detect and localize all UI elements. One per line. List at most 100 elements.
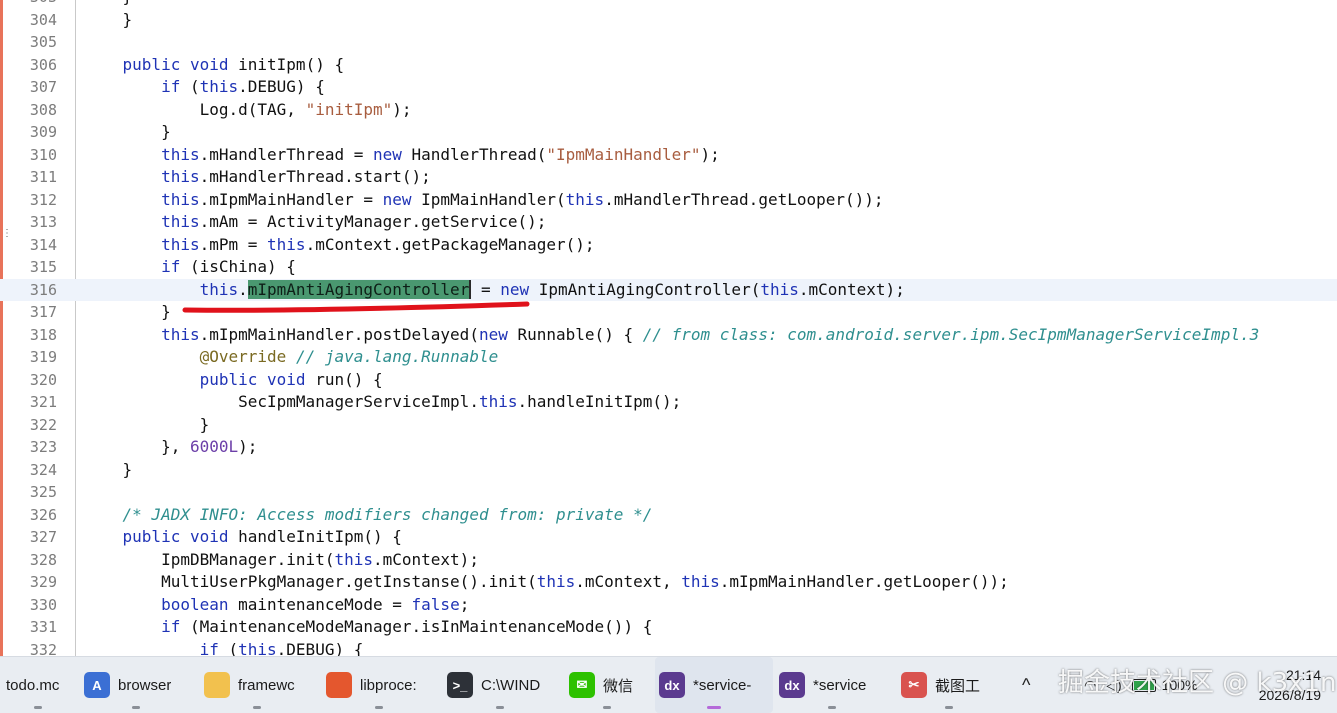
code-line[interactable]: 312 this.mIpmMainHandler = new IpmMainHa… [0, 189, 1337, 212]
taskbar-item[interactable]: dx *service- [655, 657, 773, 713]
highlighted-identifier: mIpmAntiAgingController [247, 279, 470, 299]
taskbar-item[interactable]: todo.mc [0, 657, 76, 713]
code-token: boolean [161, 594, 229, 614]
code-text: public void initIpm() { [84, 54, 345, 77]
line-number: 323 [29, 438, 57, 456]
line-number: 305 [29, 33, 57, 51]
code-token: ; [459, 594, 470, 614]
code-line[interactable]: 319 @Override // java.lang.Runnable [0, 346, 1337, 369]
code-token: } [84, 302, 171, 321]
code-text: }, 6000L); [84, 436, 257, 459]
code-token: }, [84, 437, 190, 456]
code-text: } [84, 9, 133, 32]
code-line[interactable]: 328 IpmDBManager.init(this.mContext); [0, 549, 1337, 572]
code-token: maintenanceMode = [228, 594, 412, 614]
code-text: } [84, 121, 171, 144]
code-line[interactable]: 331 if (MaintenanceModeManager.isInMaint… [0, 616, 1337, 639]
taskbar-item[interactable]: ✂ 截图工 [897, 657, 1001, 713]
code-token: ); [238, 437, 258, 456]
code-text: this.mIpmMainHandler = new IpmMainHandle… [84, 189, 884, 212]
code-line[interactable]: 321 SecIpmManagerServiceImpl.this.handle… [0, 391, 1337, 414]
code-token: this [681, 572, 720, 591]
code-text: boolean maintenanceMode = false; [84, 594, 469, 617]
code-line[interactable]: 303 } [0, 0, 1337, 9]
code-token: .mAm = ActivityManager.getService(); [199, 212, 547, 231]
code-token: /* JADX INFO: Access modifiers changed f… [122, 504, 653, 524]
code-line[interactable]: 309 } [0, 121, 1337, 144]
taskbar-item[interactable]: >_ C:\WIND [443, 657, 557, 713]
code-line[interactable]: 311 this.mHandlerThread.start(); [0, 166, 1337, 189]
tray-chevron-icon[interactable]: ^ [1022, 675, 1044, 696]
taskbar-item-label: 截图工 [935, 677, 981, 695]
line-number: 304 [29, 10, 57, 29]
code-line[interactable]: 308 Log.d(TAG, "initIpm"); [0, 99, 1337, 122]
code-editor[interactable]: ⋮ 303 }304 }305306 public void initIpm()… [0, 0, 1337, 656]
code-line[interactable]: 317 } [0, 301, 1337, 324]
code-token: .mContext, [575, 572, 682, 591]
code-line[interactable]: 318 this.mIpmMainHandler.postDelayed(new… [0, 324, 1337, 347]
code-line[interactable]: 306 public void initIpm() { [0, 54, 1337, 77]
line-number: 314 [29, 235, 57, 254]
code-token: IpmDBManager.init( [84, 549, 335, 569]
code-text: SecIpmManagerServiceImpl.this.handleInit… [84, 391, 681, 414]
code-line[interactable]: 324 } [0, 459, 1337, 482]
code-line[interactable]: 325 [0, 481, 1337, 504]
watermark: 掘金技术社区 @ k3x1n [1058, 668, 1337, 698]
taskbar-item-label: todo.mc [6, 676, 60, 694]
code-line[interactable]: 323 }, 6000L); [0, 436, 1337, 459]
code-text: if (this.DEBUG) { [84, 639, 364, 657]
taskbar-item-label: *service- [693, 676, 752, 694]
code-token: ( [180, 77, 200, 96]
terminal-icon: >_ [447, 672, 473, 698]
code-text: Log.d(TAG, "initIpm"); [84, 99, 412, 122]
firefox-icon [326, 672, 352, 698]
taskbar-item[interactable]: framewc [200, 657, 314, 713]
code-text: MultiUserPkgManager.getInstanse().init(t… [84, 571, 1009, 594]
code-line[interactable]: 322 } [0, 414, 1337, 437]
code-token: .DEBUG) { [238, 77, 325, 96]
code-token: .mContext); [372, 549, 479, 569]
taskbar-item[interactable]: ✉ 微信 [565, 657, 649, 713]
code-token: this [565, 189, 605, 209]
code-text: this.mHandlerThread = new HandlerThread(… [84, 144, 720, 167]
code-token: new [500, 279, 530, 299]
code-token: IpmMainHandler( [411, 189, 566, 209]
running-indicator [132, 706, 140, 709]
code-line[interactable]: 313 this.mAm = ActivityManager.getServic… [0, 211, 1337, 234]
jadx-icon: dx [659, 672, 685, 698]
code-line[interactable]: 327 public void handleInitIpm() { [0, 526, 1337, 549]
code-token: public void [122, 527, 229, 546]
code-line[interactable]: 316 this.mIpmAntiAgingController = new I… [0, 278, 1337, 301]
code-token: ); [700, 144, 720, 164]
code-line[interactable]: 315 if (isChina) { [0, 256, 1337, 279]
code-line[interactable]: 305 [0, 31, 1337, 54]
code-line[interactable]: 307 if (this.DEBUG) { [0, 76, 1337, 99]
code-token: .mContext.getPackageManager(); [305, 234, 595, 254]
taskbar-item[interactable]: Abrowser [80, 657, 192, 713]
running-indicator [707, 706, 721, 709]
code-line[interactable]: 326 /* JADX INFO: Access modifiers chang… [0, 504, 1337, 527]
code-line[interactable]: 304 } [0, 9, 1337, 32]
taskbar-item[interactable]: dx *service [775, 657, 889, 713]
code-token: .mHandlerThread.getLooper()); [604, 189, 884, 209]
code-token: ( [218, 639, 239, 657]
code-line[interactable]: 332 if (this.DEBUG) { [0, 639, 1337, 657]
code-line[interactable]: 330 boolean maintenanceMode = false; [0, 594, 1337, 617]
code-line[interactable]: 320 public void run() { [0, 369, 1337, 392]
code-line[interactable]: 310 this.mHandlerThread = new HandlerThr… [0, 144, 1337, 167]
line-number: 311 [29, 168, 57, 186]
code-line[interactable]: 314 this.mPm = this.mContext.getPackageM… [0, 234, 1337, 257]
line-number: 326 [29, 505, 57, 524]
line-number: 312 [29, 190, 57, 209]
code-token: handleInitIpm() { [228, 527, 402, 546]
code-line[interactable]: 329 MultiUserPkgManager.getInstanse().in… [0, 571, 1337, 594]
taskbar-item[interactable]: libproce: [322, 657, 436, 713]
